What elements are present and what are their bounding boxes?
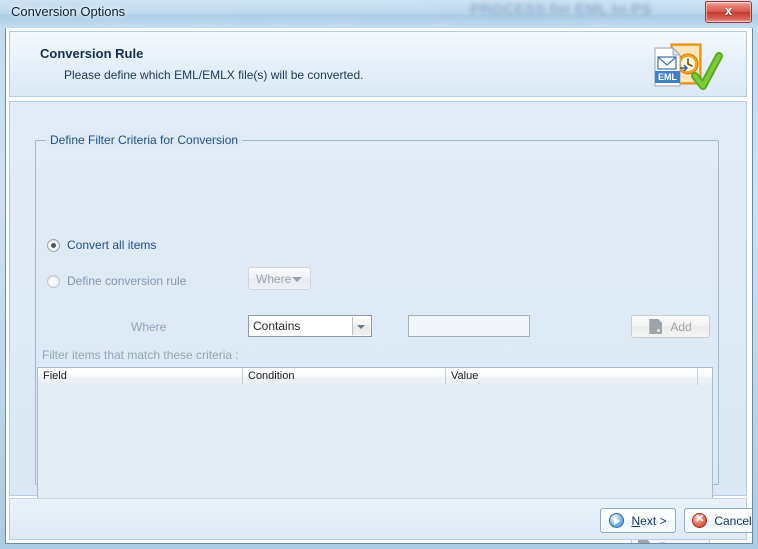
column-header-field[interactable]: Field: [38, 368, 243, 385]
where-field-dropdown[interactable]: Where: [248, 267, 311, 290]
close-icon: x: [724, 3, 733, 18]
dialog-footer: Next > ✕ Cancel: [9, 498, 752, 540]
page-title: Conversion Rule: [40, 46, 144, 61]
radio-button-icon[interactable]: [47, 238, 60, 252]
remove-criteria-button-label: Remove: [659, 540, 704, 544]
where-field-dropdown-value: Where: [256, 272, 292, 286]
radio-convert-all-items-label: Convert all items: [67, 238, 157, 252]
attachments-label: Attachments: [73, 543, 140, 544]
criteria-grid-header: Field Condition Value: [38, 368, 712, 386]
column-header-value[interactable]: Value: [446, 368, 698, 385]
background-ghost-text: PROCESS for EML to PS: [470, 1, 652, 18]
where-label: Where: [131, 320, 167, 334]
attachments-checkbox[interactable]: [53, 544, 66, 545]
condition-dropdown-button[interactable]: [352, 317, 370, 335]
next-button-label-accel: N: [631, 513, 641, 528]
add-criteria-button[interactable]: Add: [631, 315, 710, 338]
next-button-label: Next >: [631, 514, 666, 528]
groupbox-title: Define Filter Criteria for Conversion: [46, 133, 243, 147]
criteria-caption: Filter items that match these criteria :: [42, 348, 239, 362]
radio-define-conversion-rule-label: Define conversion rule: [67, 274, 187, 288]
radio-button-icon[interactable]: [47, 274, 60, 288]
cancel-button-label: Cancel: [714, 513, 752, 528]
cancel-button[interactable]: ✕ Cancel: [684, 508, 752, 533]
close-button[interactable]: x: [705, 1, 752, 23]
column-header-condition[interactable]: Condition: [243, 368, 446, 385]
page-subtitle: Please define which EML/EMLX file(s) wil…: [64, 68, 364, 82]
eml-to-document-convert-icon: EML: [647, 38, 725, 93]
title-bar[interactable]: PROCESS for EML to PS Conversion Options…: [0, 0, 758, 28]
condition-dropdown-value: Contains: [253, 319, 301, 333]
header-band: Conversion Rule Please define which EML/…: [9, 31, 747, 97]
attachments-checkbox-row[interactable]: Attachments: [53, 543, 140, 544]
dialog-window: PROCESS for EML to PS Conversion Options…: [0, 0, 758, 549]
chevron-down-icon: [292, 277, 302, 282]
condition-dropdown[interactable]: Contains: [248, 315, 372, 337]
dialog-client-area: Conversion Rule Please define which EML/…: [5, 28, 753, 544]
close-circle-icon: ✕: [692, 513, 708, 528]
main-panel: Define Filter Criteria for Conversion Co…: [9, 101, 747, 543]
chevron-down-icon: [357, 325, 365, 329]
window-title: Conversion Options: [11, 4, 126, 19]
add-criteria-button-label: Add: [670, 319, 692, 334]
document-add-icon: [649, 319, 663, 334]
arrow-right-circle-icon: [609, 513, 625, 528]
svg-text:EML: EML: [658, 72, 678, 82]
column-header-filler: [698, 368, 712, 385]
radio-convert-all-items[interactable]: Convert all items: [47, 238, 156, 252]
radio-define-conversion-rule[interactable]: Define conversion rule: [47, 274, 186, 288]
next-button[interactable]: Next >: [600, 508, 676, 533]
next-button-label-rest: ext >: [640, 513, 667, 528]
criteria-value-input[interactable]: [408, 315, 530, 337]
